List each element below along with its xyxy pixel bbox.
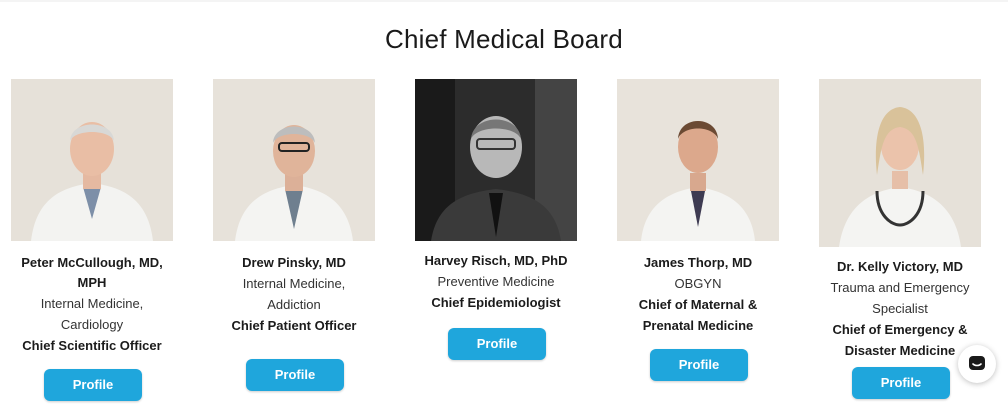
- member-card: James Thorp, MD OBGYN Chief of Maternal …: [598, 79, 798, 336]
- member-photo: [213, 79, 375, 241]
- page-title: Chief Medical Board: [385, 24, 623, 54]
- member-photo: [415, 79, 577, 241]
- profile-button[interactable]: Profile: [44, 369, 142, 401]
- member-name: Dr. Kelly Victory, MD: [837, 259, 963, 274]
- member-name: James Thorp, MD: [643, 255, 753, 270]
- member-name: Peter McCullough, MD, MPH: [21, 255, 163, 290]
- member-card: Dr. Kelly Victory, MD Trauma and Emergen…: [800, 79, 1000, 361]
- chat-widget-button[interactable]: [958, 345, 996, 383]
- member-photo: [819, 79, 981, 247]
- member-name: Harvey Risch, MD, PhD: [424, 253, 568, 268]
- profile-button[interactable]: Profile: [246, 359, 344, 391]
- member-role: Chief of Maternal & Prenatal Medicine: [638, 297, 758, 333]
- member-specialty: OBGYN: [674, 276, 722, 291]
- member-role: Chief Patient Officer: [231, 318, 357, 333]
- member-card: Peter McCullough, MD, MPH Internal Medic…: [0, 79, 192, 356]
- member-specialty: Internal Medicine, Addiction: [242, 276, 346, 312]
- member-card: Harvey Risch, MD, PhD Preventive Medicin…: [396, 79, 596, 313]
- member-photo: [617, 79, 779, 241]
- member-specialty: Preventive Medicine: [437, 274, 555, 289]
- member-specialty: Internal Medicine, Cardiology: [40, 296, 144, 332]
- profile-button[interactable]: Profile: [650, 349, 748, 381]
- top-divider: [0, 0, 1008, 2]
- member-card: Drew Pinsky, MD Internal Medicine, Addic…: [194, 79, 394, 336]
- member-specialty: Trauma and Emergency Specialist: [830, 280, 970, 316]
- member-role: Chief Epidemiologist: [431, 295, 561, 310]
- member-photo: [11, 79, 173, 241]
- member-role: Chief Scientific Officer: [22, 338, 162, 353]
- member-name: Drew Pinsky, MD: [242, 255, 346, 270]
- profile-button[interactable]: Profile: [448, 328, 546, 360]
- profile-button[interactable]: Profile: [852, 367, 950, 399]
